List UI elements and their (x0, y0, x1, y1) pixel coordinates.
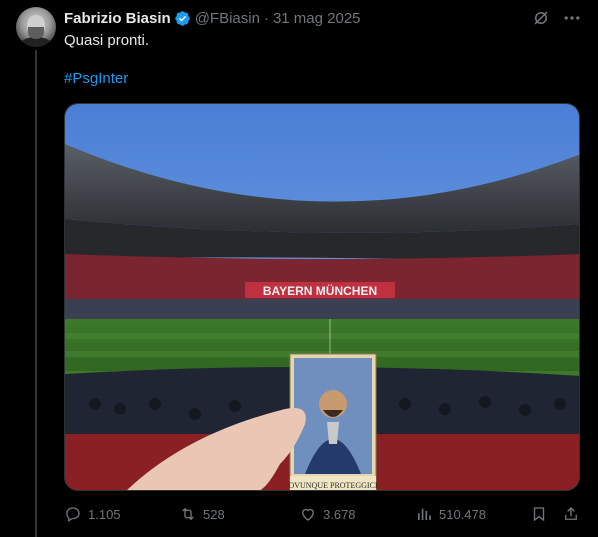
thread-line (35, 50, 37, 537)
share-icon (565, 507, 577, 520)
tweet-text: Quasi pronti. (64, 32, 150, 49)
share-button[interactable] (562, 503, 580, 525)
like-count: 3.678 (323, 506, 356, 522)
header-separator: · (263, 9, 269, 27)
reply-button[interactable]: 1.105 (64, 503, 121, 525)
reply-count: 1.105 (88, 506, 121, 522)
bookmark-icon (533, 507, 545, 522)
views-count: 510.478 (439, 506, 486, 522)
tweet-actions: 1.105 528 3.678 510.478 (64, 503, 582, 525)
views-icon (418, 508, 431, 520)
tweet-header: Fabrizio Biasin @FBiasin · 31 mag 2025 (64, 8, 582, 28)
avatar-beard (28, 27, 44, 39)
retweet-icon (182, 507, 194, 521)
stadium-photo: BAYERN MÜNCHEN OVUNQUE PROTEGGICI (65, 104, 579, 490)
card-caption: OVUNQUE PROTEGGICI (288, 481, 377, 490)
author-handle[interactable]: @FBiasin (195, 10, 260, 27)
hashtag-link[interactable]: #PsgInter (64, 70, 128, 87)
retweet-count: 528 (203, 506, 225, 522)
tweet-media-photo[interactable]: BAYERN MÜNCHEN OVUNQUE PROTEGGICI (64, 103, 580, 491)
verified-badge-icon[interactable] (174, 10, 191, 27)
tweet-date[interactable]: 31 mag 2025 (273, 10, 361, 27)
views-button[interactable]: 510.478 (415, 503, 486, 525)
retweet-button[interactable]: 528 (179, 503, 225, 525)
reply-icon (66, 507, 80, 523)
like-button[interactable]: 3.678 (299, 503, 356, 525)
bookmark-button[interactable] (530, 503, 548, 525)
avatar[interactable] (16, 7, 56, 47)
more-icon[interactable] (562, 8, 582, 28)
stadium-lettering: BAYERN MÜNCHEN (263, 283, 377, 298)
like-icon (302, 508, 314, 521)
author-name[interactable]: Fabrizio Biasin (64, 10, 171, 27)
grok-icon[interactable] (532, 9, 550, 27)
